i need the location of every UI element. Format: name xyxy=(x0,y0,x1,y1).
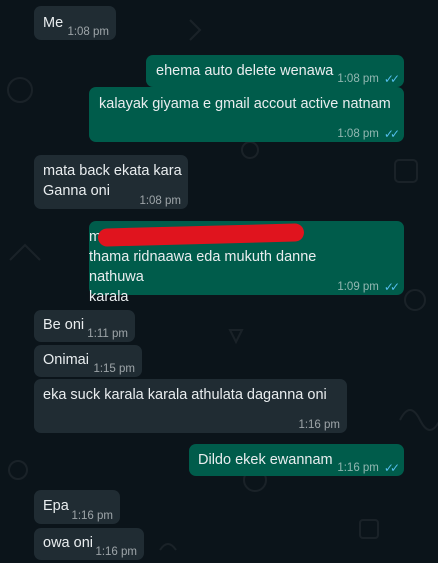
message-bubble-incoming[interactable]: Be oni 1:11 pm xyxy=(34,310,135,342)
message-time: 1:16 pm ✓✓ xyxy=(337,458,400,478)
double-check-icon: ✓✓ xyxy=(383,461,400,475)
message-text: Onimai xyxy=(43,352,89,368)
message-text: ehema auto delete wenawa xyxy=(156,63,334,79)
message-bubble-outgoing[interactable]: Dildo ekek ewannam 1:16 pm ✓✓ xyxy=(189,444,404,476)
message-time: 1:16 pm xyxy=(95,546,137,558)
message-time: 1:16 pm xyxy=(71,510,113,522)
message-text: Dildo ekek ewannam xyxy=(198,452,333,468)
message-time: 1:08 pm ✓✓ xyxy=(337,69,400,89)
message-text: Me xyxy=(43,15,64,31)
message-text: Be oni xyxy=(43,317,85,333)
message-bubble-incoming[interactable]: mata back ekata kara Ganna oni 1:08 pm xyxy=(34,155,188,209)
message-time: 1:11 pm xyxy=(87,328,128,340)
double-check-icon: ✓✓ xyxy=(383,280,400,294)
message-bubble-incoming[interactable]: eka suck karala karala athulata daganna … xyxy=(34,379,347,433)
message-bubble-incoming[interactable]: Onimai 1:15 pm xyxy=(34,345,142,377)
message-time: 1:08 pm xyxy=(139,195,181,207)
message-bubble-outgoing[interactable]: ehema auto delete wenawa 1:08 pm ✓✓ xyxy=(146,55,404,87)
message-text: eka suck karala karala athulata daganna … xyxy=(43,387,327,403)
message-bubble-outgoing[interactable]: kalayak giyama e gmail accout active nat… xyxy=(89,87,404,142)
message-time: 1:08 pm ✓✓ xyxy=(337,124,400,144)
message-bubble-incoming[interactable]: Me 1:08 pm xyxy=(34,6,116,40)
double-check-icon: ✓✓ xyxy=(383,72,400,86)
message-time: 1:15 pm xyxy=(93,363,135,375)
message-text: owa oni xyxy=(43,535,93,551)
double-check-icon: ✓✓ xyxy=(383,127,400,141)
chat-area[interactable]: Me 1:08 pm ehema auto delete wenawa 1:08… xyxy=(0,0,438,563)
message-bubble-incoming[interactable]: owa oni 1:16 pm xyxy=(34,528,144,560)
message-bubble-incoming[interactable]: Epa 1:16 pm xyxy=(34,490,120,524)
message-time: 1:16 pm xyxy=(298,419,340,431)
message-text: Epa xyxy=(43,498,69,514)
message-text: kalayak giyama e gmail accout active nat… xyxy=(99,96,391,112)
message-time: 1:09 pm ✓✓ xyxy=(337,277,400,297)
message-time: 1:08 pm xyxy=(67,26,109,38)
